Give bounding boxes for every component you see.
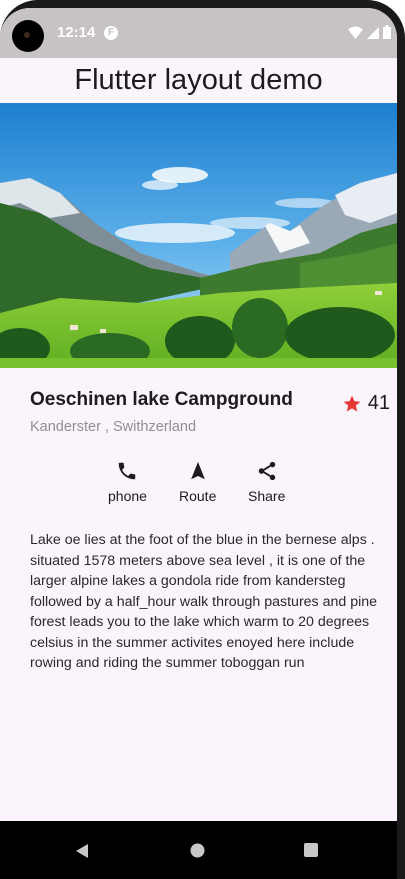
route-button[interactable]: Route	[179, 460, 216, 504]
place-location: Kanderster , Swithzerland	[30, 419, 197, 435]
route-label: Route	[179, 488, 217, 504]
signal-icon	[367, 26, 379, 39]
route-icon	[190, 461, 205, 480]
place-name: Oeschinen lake Campground	[30, 389, 293, 410]
status-bar: 12:14 F	[0, 8, 397, 58]
hero-image	[0, 103, 397, 368]
status-icons	[348, 25, 391, 39]
navigation-bar	[0, 821, 397, 879]
recents-icon[interactable]	[304, 843, 318, 857]
share-label: Share	[248, 488, 286, 504]
phone-label: phone	[108, 488, 147, 504]
share-icon	[258, 461, 275, 481]
title-section: Oeschinen lake Campground Kanderster , S…	[30, 389, 390, 449]
description-text: Lake oe lies at the foot of the blue in …	[30, 532, 378, 671]
rating-count: 41	[367, 392, 390, 414]
share-button[interactable]: Share	[248, 460, 285, 504]
app-title: Flutter layout demo	[74, 64, 323, 96]
phone-button[interactable]: phone	[108, 460, 147, 504]
camera-cutout	[12, 20, 44, 52]
phone-icon	[119, 462, 136, 480]
rating[interactable]: 41	[342, 392, 390, 415]
back-icon[interactable]	[74, 843, 90, 859]
device-frame: 12:14 F Flutter layout demo Oeschinen la…	[0, 0, 405, 879]
notification-f-icon: F	[104, 26, 118, 40]
star-icon[interactable]	[342, 394, 362, 414]
battery-icon	[383, 25, 391, 39]
wifi-icon	[348, 26, 363, 39]
home-icon[interactable]	[190, 843, 205, 858]
status-time: 12:14	[57, 24, 96, 41]
screen: 12:14 F Flutter layout demo Oeschinen la…	[0, 8, 397, 879]
action-buttons: phone Route Share	[100, 460, 300, 515]
app-bar: Flutter layout demo	[0, 58, 397, 103]
